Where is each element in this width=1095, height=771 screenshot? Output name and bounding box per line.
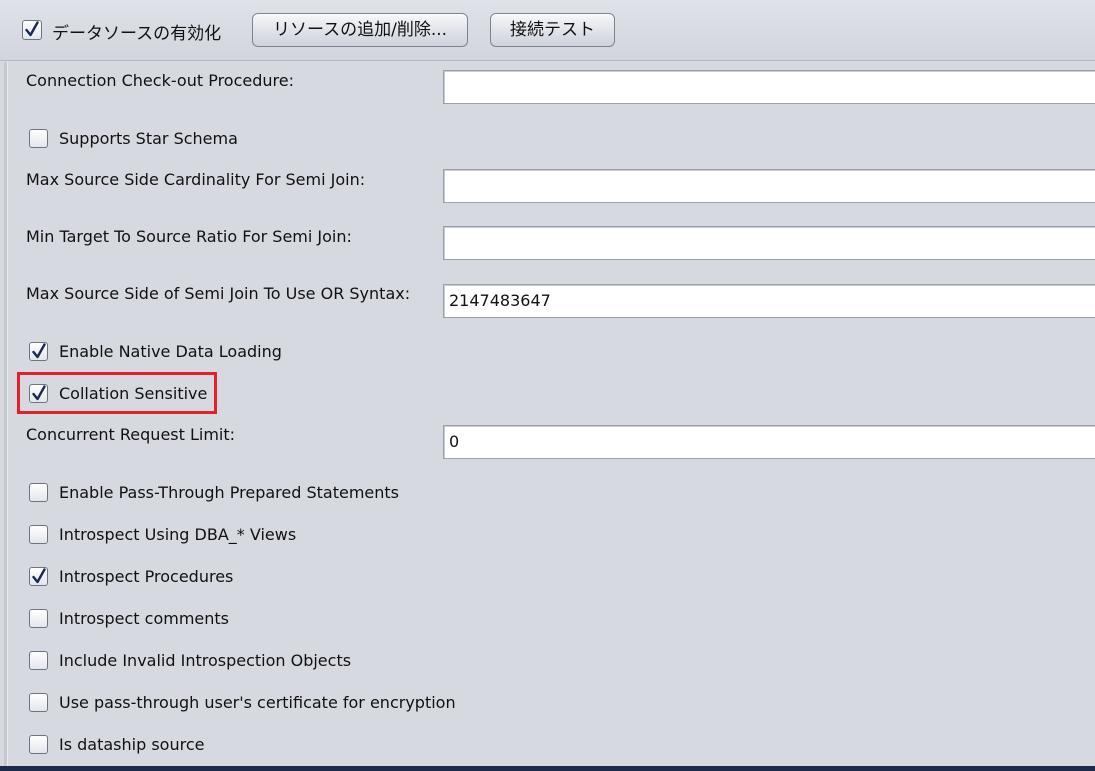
native-loading-checkbox[interactable] (29, 342, 48, 361)
star-schema-checkbox[interactable] (29, 129, 48, 148)
dba-views-checkbox[interactable] (29, 525, 48, 544)
max-source-cardinality-label: Max Source Side Cardinality For Semi Joi… (26, 170, 366, 189)
collation-checkbox[interactable] (29, 384, 48, 403)
min-target-ratio-label: Min Target To Source Ratio For Semi Join… (26, 227, 352, 246)
checkmark-icon (32, 343, 46, 359)
procedures-checkbox[interactable] (29, 567, 48, 586)
star-schema-label[interactable]: Supports Star Schema (59, 129, 238, 149)
enable-datasource-checkbox[interactable] (22, 20, 42, 40)
checkout-procedure-label: Connection Check-out Procedure: (26, 71, 294, 90)
max-source-cardinality-input[interactable] (443, 169, 1095, 203)
procedures-label[interactable]: Introspect Procedures (59, 567, 233, 587)
checkmark-icon (25, 21, 39, 37)
certificate-checkbox[interactable] (29, 693, 48, 712)
add-remove-resources-button[interactable]: リソースの追加/削除... (252, 13, 468, 47)
max-semi-join-or-input[interactable]: 2147483647 (443, 284, 1095, 318)
dba-views-label[interactable]: Introspect Using DBA_* Views (59, 525, 296, 545)
toolbar: データソースの有効化 リソースの追加/削除... 接続テスト (0, 0, 1095, 61)
connection-test-button[interactable]: 接続テスト (490, 13, 615, 47)
min-target-ratio-input[interactable] (443, 226, 1095, 260)
dataship-checkbox[interactable] (29, 735, 48, 754)
native-loading-label[interactable]: Enable Native Data Loading (59, 342, 282, 362)
panel-edge (4, 62, 8, 768)
invalid-objects-label[interactable]: Include Invalid Introspection Objects (59, 651, 351, 671)
certificate-label[interactable]: Use pass-through user's certificate for … (59, 693, 456, 713)
comments-checkbox[interactable] (29, 609, 48, 628)
enable-datasource-label[interactable]: データソースの有効化 (52, 19, 221, 44)
checkout-procedure-input[interactable] (443, 70, 1095, 104)
checkmark-icon (32, 385, 46, 401)
checkmark-icon (32, 568, 46, 584)
comments-label[interactable]: Introspect comments (59, 609, 229, 629)
invalid-objects-checkbox[interactable] (29, 651, 48, 670)
concurrent-limit-label: Concurrent Request Limit: (26, 425, 236, 444)
pass-through-label[interactable]: Enable Pass-Through Prepared Statements (59, 483, 399, 503)
bottom-border (0, 766, 1095, 771)
dataship-label[interactable]: Is dataship source (59, 735, 204, 755)
concurrent-limit-input[interactable]: 0 (443, 425, 1095, 459)
collation-label[interactable]: Collation Sensitive (59, 384, 207, 404)
pass-through-checkbox[interactable] (29, 483, 48, 502)
max-semi-join-or-label: Max Source Side of Semi Join To Use OR S… (26, 284, 411, 303)
